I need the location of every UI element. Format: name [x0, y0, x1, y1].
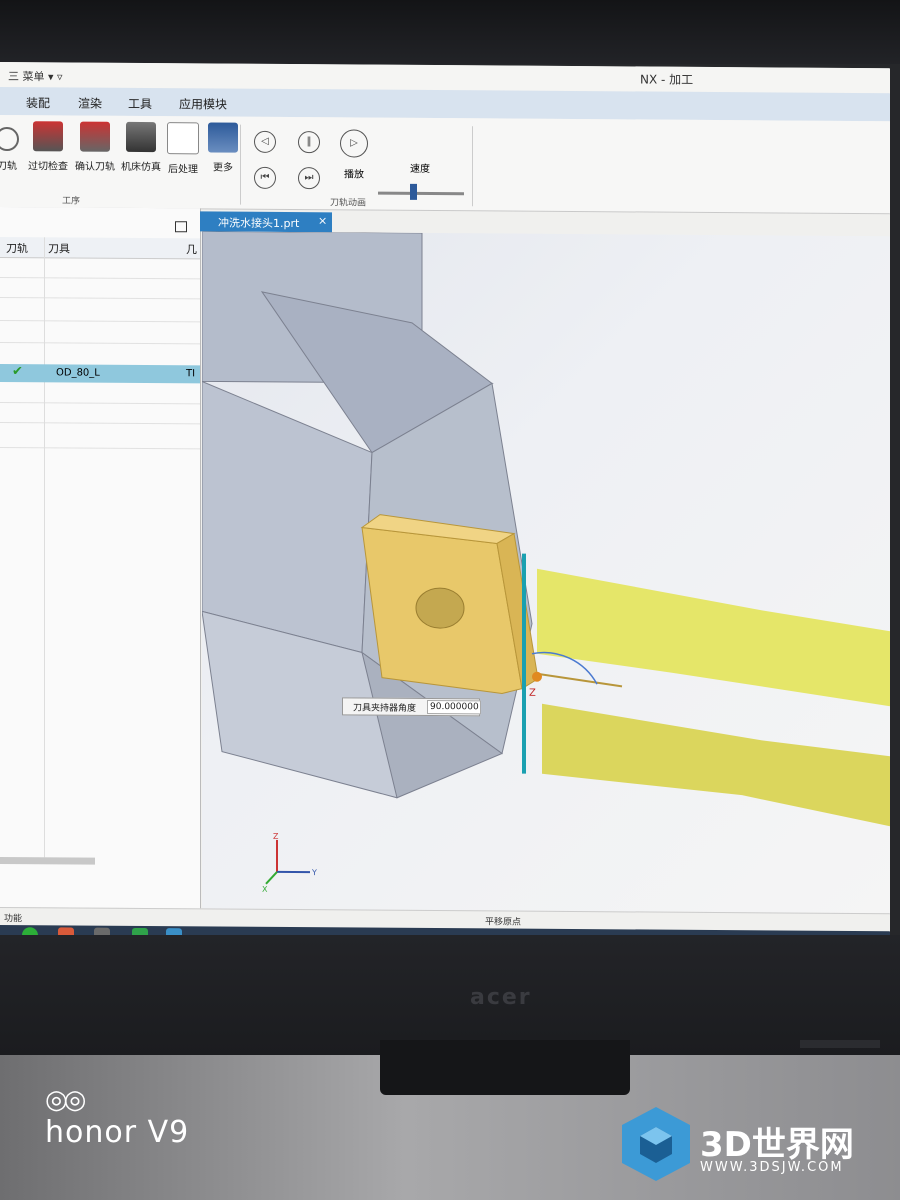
monitor-buttons [800, 1040, 880, 1048]
group-label-animation: 刀轨动画 [330, 198, 367, 209]
verify-toolpath-button[interactable]: 确认刀轨 [72, 121, 118, 173]
ribbon: 刀轨 过切检查 确认刀轨 机床仿真 后处理 更多 工序 ◁ ‖ ⏮ ⏭ ▷ 播放 [0, 115, 890, 215]
honor-logo-icon: ◎◎ [45, 1085, 86, 1115]
speed-slider-knob[interactable] [410, 183, 417, 200]
graphics-viewport[interactable]: Z 刀具夹持器角度 90.000000 Z Y X [202, 231, 890, 914]
model-view: Z [202, 231, 890, 827]
triad-y: Y [311, 868, 317, 877]
machine-simulation-button[interactable]: 机床仿真 [118, 121, 164, 173]
nx-screen: 三 菜单 ▾ ▿ NX - 加工 装配 渲染 工具 应用模块 刀轨 过切检查 确… [0, 62, 890, 944]
tab-assembly[interactable]: 装配 [26, 94, 50, 111]
maximize-icon[interactable] [175, 221, 187, 233]
operation-navigator [0, 207, 201, 909]
ribbon-divider [240, 124, 241, 205]
phone-brand: honor V9 [45, 1115, 190, 1150]
triad-x: X [262, 885, 268, 892]
postprocess-icon [167, 122, 199, 155]
gouge-check-button[interactable]: 过切检查 [25, 121, 71, 172]
ribbon-divider [472, 126, 473, 207]
group-label-operation: 工序 [62, 196, 81, 207]
holder-angle-input[interactable]: 90.000000 [427, 699, 481, 715]
toolpath-bands [537, 568, 890, 827]
step-back-icon[interactable]: ◁ [254, 130, 276, 153]
document-tab-label: 冲洗水接头1.prt [218, 216, 300, 231]
horizontal-scrollbar[interactable] [0, 857, 95, 865]
play-label: 播放 [344, 169, 364, 181]
site-name: 3D世界网 [700, 1125, 854, 1165]
close-icon[interactable]: × [318, 214, 327, 227]
z-axis-label: Z [529, 688, 536, 699]
monitor-bezel-top [0, 0, 900, 64]
quick-menu[interactable]: 三 菜单 ▾ ▿ [8, 68, 63, 84]
row-extra: TI [186, 368, 196, 380]
tool-name: OD_80_L [56, 367, 100, 379]
window-title: NX - 加工 [640, 72, 694, 87]
phone-watermark: ◎◎ honor V9 [45, 1085, 189, 1150]
tool-insert [360, 514, 539, 695]
site-url: WWW.3DSJW.COM [700, 1160, 844, 1175]
refresh-icon [0, 126, 19, 152]
monitor-brand: acer [470, 985, 532, 1010]
view-triad: Z Y X [262, 832, 317, 892]
last-frame-icon[interactable]: ⏭ [298, 167, 320, 190]
play-icon[interactable]: ▷ [340, 129, 368, 158]
navigator-header: 刀轨 刀具 几 [0, 237, 200, 260]
speed-slider-track[interactable] [378, 191, 464, 196]
triad-z: Z [273, 832, 279, 841]
column-geometry[interactable]: 几 [186, 241, 197, 257]
tab-render[interactable]: 渲染 [78, 95, 102, 112]
gouge-check-icon [33, 121, 63, 152]
column-tool[interactable]: 刀具 [48, 240, 70, 256]
column-toolpath[interactable]: 刀轨 [6, 240, 28, 256]
more-icon [208, 122, 238, 153]
status-left: 功能 [4, 914, 23, 925]
column-divider [44, 237, 45, 858]
pause-icon[interactable]: ‖ [298, 131, 320, 154]
check-icon: ✔ [12, 364, 23, 380]
first-frame-icon[interactable]: ⏮ [254, 166, 276, 189]
speed-label: 速度 [410, 163, 430, 176]
cube-logo-icon [622, 1107, 690, 1181]
site-watermark: 3D世界网 WWW.3DSJW.COM [620, 1105, 854, 1187]
verify-toolpath-icon [80, 121, 110, 152]
monitor-stand [380, 1040, 630, 1095]
tab-applications[interactable]: 应用模块 [179, 95, 227, 112]
machine-simulation-icon [126, 121, 156, 153]
status-center: 平移原点 [485, 917, 522, 928]
holder-angle-tooltip: 刀具夹持器角度 90.000000 [342, 697, 481, 717]
tab-tools[interactable]: 工具 [128, 95, 152, 112]
monitor-bezel-bottom [0, 935, 900, 1055]
document-tab[interactable]: 冲洗水接头1.prt × [200, 211, 332, 233]
table-row-selected[interactable]: ✔ OD_80_L TI [0, 364, 200, 384]
tooltip-label: 刀具夹持器角度 [353, 703, 417, 714]
